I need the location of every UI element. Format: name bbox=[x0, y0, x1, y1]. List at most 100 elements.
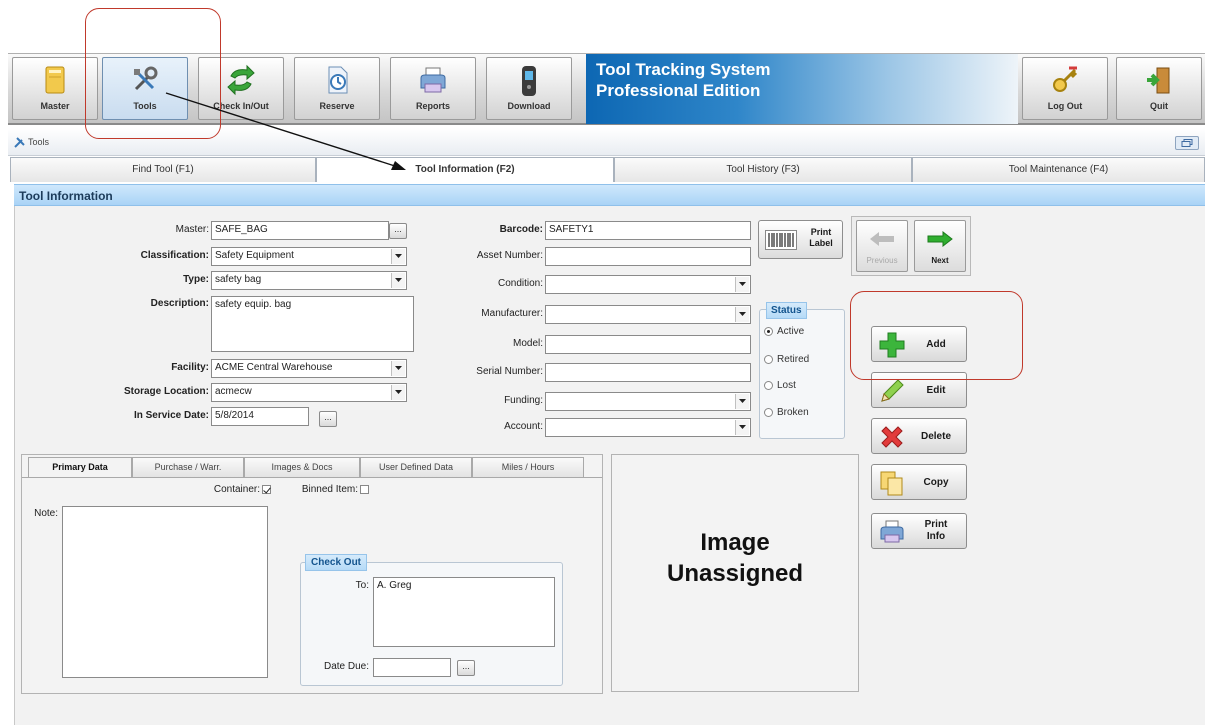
edit-button[interactable]: Edit bbox=[871, 372, 967, 408]
barcode-field[interactable]: SAFETY1 bbox=[545, 221, 751, 240]
dropdown-arrow[interactable] bbox=[735, 394, 749, 409]
delete-button[interactable]: Delete bbox=[871, 418, 967, 454]
dropdown-arrow[interactable] bbox=[735, 420, 749, 435]
manufacturer-label: Manufacturer: bbox=[481, 308, 543, 319]
status-retired-radio[interactable]: Retired bbox=[764, 354, 809, 365]
chevron-down-icon bbox=[395, 254, 402, 258]
main-toolbar: Master Tools Check In/Out Reserve Report… bbox=[8, 53, 1205, 125]
sub-tab-bar: Primary Data Purchase / Warr. Images & D… bbox=[28, 457, 600, 477]
radio-icon bbox=[764, 354, 773, 364]
funding-select[interactable] bbox=[545, 392, 751, 411]
date-due-label: Date Due: bbox=[323, 661, 369, 672]
exit-door-icon bbox=[1147, 67, 1170, 94]
type-label: Type: bbox=[183, 274, 209, 285]
panel-title-text: Tools bbox=[28, 137, 50, 147]
status-broken-radio[interactable]: Broken bbox=[764, 407, 809, 418]
in-service-date-field[interactable]: 5/8/2014 bbox=[211, 407, 309, 426]
dropdown-arrow[interactable] bbox=[391, 361, 405, 376]
classification-label: Classification: bbox=[140, 250, 209, 261]
master-field[interactable]: SAFE_BAG bbox=[211, 221, 389, 240]
tools-button[interactable]: Tools bbox=[102, 57, 188, 120]
tools-button-label: Tools bbox=[133, 101, 157, 111]
tab-tool-maintenance[interactable]: Tool Maintenance (F4) bbox=[912, 157, 1205, 182]
subtab-miles-hours[interactable]: Miles / Hours bbox=[472, 457, 584, 477]
subtab-images-docs[interactable]: Images & Docs bbox=[244, 457, 360, 477]
check-out-to-label: To: bbox=[355, 580, 369, 591]
note-field[interactable] bbox=[62, 506, 268, 678]
image-placeholder-text: Image Unassigned bbox=[612, 527, 858, 589]
add-button[interactable]: Add bbox=[871, 326, 967, 362]
tab-tool-history[interactable]: Tool History (F3) bbox=[614, 157, 912, 182]
status-active-radio[interactable]: Active bbox=[764, 326, 804, 337]
storage-location-select[interactable]: acmecw bbox=[211, 383, 407, 402]
print-info-line2: Info bbox=[926, 531, 946, 542]
print-info-label: Print Info bbox=[910, 519, 962, 543]
tools-icon bbox=[134, 66, 158, 91]
classification-select[interactable]: Safety Equipment bbox=[211, 247, 407, 266]
check-out-to-field[interactable]: A. Greg bbox=[373, 577, 555, 647]
printer-icon bbox=[420, 67, 446, 93]
status-lost-label: Lost bbox=[777, 380, 796, 391]
in-service-date-picker-button[interactable]: ... bbox=[319, 411, 337, 427]
next-button[interactable]: Next bbox=[914, 220, 966, 272]
restore-window-button[interactable] bbox=[1175, 136, 1199, 150]
reports-button-label: Reports bbox=[415, 101, 450, 111]
plus-icon bbox=[879, 332, 905, 358]
dropdown-arrow[interactable] bbox=[735, 277, 749, 292]
condition-select[interactable] bbox=[545, 275, 751, 294]
type-select[interactable]: safety bag bbox=[211, 271, 407, 290]
quit-button[interactable]: Quit bbox=[1116, 57, 1202, 120]
status-retired-label: Retired bbox=[777, 354, 810, 365]
container-checkbox[interactable] bbox=[262, 485, 271, 494]
date-due-field[interactable] bbox=[373, 658, 451, 677]
subtab-primary-data[interactable]: Primary Data bbox=[28, 457, 132, 477]
tools-small-icon bbox=[14, 137, 25, 148]
dropdown-arrow[interactable] bbox=[391, 385, 405, 400]
account-select[interactable] bbox=[545, 418, 751, 437]
tool-tracking-window: Master Tools Check In/Out Reserve Report… bbox=[0, 0, 1205, 725]
dropdown-arrow[interactable] bbox=[735, 307, 749, 322]
check-in-out-button[interactable]: Check In/Out bbox=[198, 57, 284, 120]
storage-location-label: Storage Location: bbox=[123, 386, 209, 397]
print-label-button[interactable]: Print Label bbox=[758, 220, 843, 259]
copy-button[interactable]: Copy bbox=[871, 464, 967, 500]
log-out-button[interactable]: Log Out bbox=[1022, 57, 1108, 120]
previous-button[interactable]: Previous bbox=[856, 220, 908, 272]
tool-image-placeholder: Image Unassigned bbox=[611, 454, 859, 692]
print-info-button[interactable]: Print Info bbox=[871, 513, 967, 549]
account-label: Account: bbox=[504, 421, 543, 432]
master-button[interactable]: Master bbox=[12, 57, 98, 120]
facility-value: ACME Central Warehouse bbox=[215, 362, 333, 373]
date-due-picker-button[interactable]: ... bbox=[457, 660, 475, 676]
asset-number-field[interactable] bbox=[545, 247, 751, 266]
type-value: safety bag bbox=[215, 274, 262, 285]
radio-icon bbox=[764, 380, 773, 390]
master-browse-button[interactable]: ... bbox=[389, 223, 407, 239]
radio-selected-icon bbox=[764, 326, 773, 336]
binned-item-checkbox[interactable] bbox=[360, 485, 369, 494]
condition-label: Condition: bbox=[497, 278, 543, 289]
container-label: Container: bbox=[213, 484, 260, 495]
dropdown-arrow[interactable] bbox=[391, 249, 405, 264]
section-header: Tool Information bbox=[14, 184, 1205, 206]
serial-number-field[interactable] bbox=[545, 363, 751, 382]
reports-button[interactable]: Reports bbox=[390, 57, 476, 120]
facility-select[interactable]: ACME Central Warehouse bbox=[211, 359, 407, 378]
tab-find-tool[interactable]: Find Tool (F1) bbox=[10, 157, 316, 182]
subtab-user-defined-data[interactable]: User Defined Data bbox=[360, 457, 472, 477]
tab-tool-information[interactable]: Tool Information (F2) bbox=[316, 157, 614, 182]
dropdown-arrow[interactable] bbox=[391, 273, 405, 288]
description-field[interactable]: safety equip. bag bbox=[211, 296, 414, 352]
classification-value: Safety Equipment bbox=[215, 250, 294, 261]
print-label-line2: Label bbox=[809, 238, 833, 248]
reserve-button[interactable]: Reserve bbox=[294, 57, 380, 120]
subtab-purchase-warranty[interactable]: Purchase / Warr. bbox=[132, 457, 244, 477]
model-field[interactable] bbox=[545, 335, 751, 354]
status-lost-radio[interactable]: Lost bbox=[764, 380, 796, 391]
manufacturer-select[interactable] bbox=[545, 305, 751, 324]
copy-icon bbox=[880, 471, 903, 496]
download-button[interactable]: Download bbox=[486, 57, 572, 120]
radio-icon bbox=[764, 407, 773, 417]
section-title: Tool Information bbox=[19, 189, 113, 203]
chevron-down-icon bbox=[395, 366, 402, 370]
